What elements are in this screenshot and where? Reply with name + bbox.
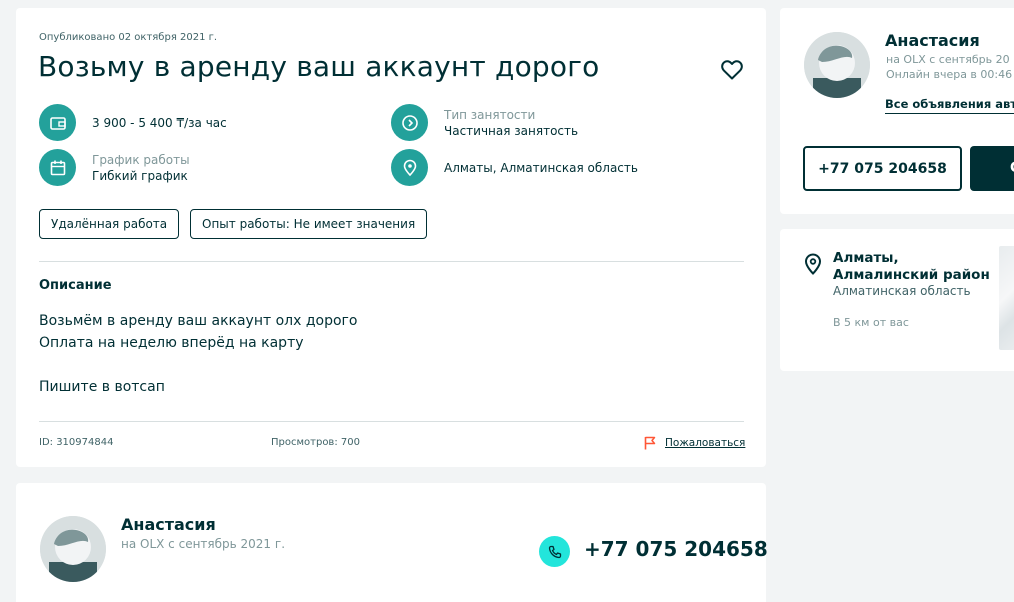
wallet-icon [39,104,76,141]
ad-id: ID: 310974844 [39,437,114,448]
seller-name[interactable]: Анастасия [121,515,216,534]
sidebar-user-card: Анастасия на OLX с сентябрь 20 Онлайн вч… [780,8,1014,214]
location-pin-icon [804,253,822,279]
sidebar-location-card: Алматы, Алмалинский район Алматинская об… [780,229,1014,371]
employment-value: Частичная занятость [444,123,579,138]
seller-since: на OLX с сентябрь 2021 г. [121,537,286,551]
description-heading: Описание [39,278,112,293]
sidebar-seller-name[interactable]: Анастасия [885,31,980,50]
calendar-icon [39,149,76,186]
show-phone-button[interactable]: +77 075 204658 [803,146,962,191]
flag-icon [644,436,656,450]
description-text: Возьмём в аренду ваш аккаунт олх дорого … [39,313,358,395]
schedule-value: Гибкий график [92,168,188,183]
phone-icon[interactable] [539,536,570,567]
location-value: Алматы, Алматинская область [444,160,638,175]
ad-details-card: Опубликовано 02 октября 2021 г. Возьму в… [16,8,766,467]
pin-icon [391,149,428,186]
tag-experience[interactable]: Опыт работы: Не имеет значения [190,209,428,239]
avatar [804,32,870,98]
divider [39,421,744,422]
sidebar-online-status: Онлайн вчера в 00:46 [886,68,1013,81]
location-region: Алматинская область [833,284,971,298]
divider [39,261,744,262]
all-ads-link[interactable]: Все объявления авто [885,97,1014,114]
report-label: Пожаловаться [665,437,746,449]
schedule-label: График работы [92,152,190,167]
seller-phone[interactable]: +77 075 204658 [584,537,768,561]
sidebar-seller-since: на OLX с сентябрь 20 [886,53,1010,66]
avatar [40,516,106,582]
clock-icon [391,104,428,141]
param-employment: Тип занятости Частичная занятость [391,104,578,141]
location-distance: В 5 км от вас [833,316,909,329]
published-date: Опубликовано 02 октября 2021 г. [39,32,218,43]
param-schedule: График работы Гибкий график [39,149,190,186]
message-button[interactable]: С [970,146,1014,191]
tag-remote[interactable]: Удалённая работа [39,209,180,239]
location-city: Алматы, Алмалинский район [833,250,990,283]
views-count: Просмотров: 700 [271,437,360,448]
param-salary: 3 900 - 5 400 ₸/за час [39,104,227,141]
seller-card: Анастасия на OLX с сентябрь 2021 г. +77 … [16,483,768,602]
salary-value: 3 900 - 5 400 ₸/за час [92,115,227,130]
employment-label: Тип занятости [444,107,536,122]
favorite-heart-icon[interactable] [720,58,744,82]
param-location: Алматы, Алматинская область [391,149,638,186]
ad-title: Возьму в аренду ваш аккаунт дорого [38,50,600,83]
report-link[interactable]: Пожаловаться [644,436,745,450]
map-thumbnail[interactable] [999,246,1014,350]
